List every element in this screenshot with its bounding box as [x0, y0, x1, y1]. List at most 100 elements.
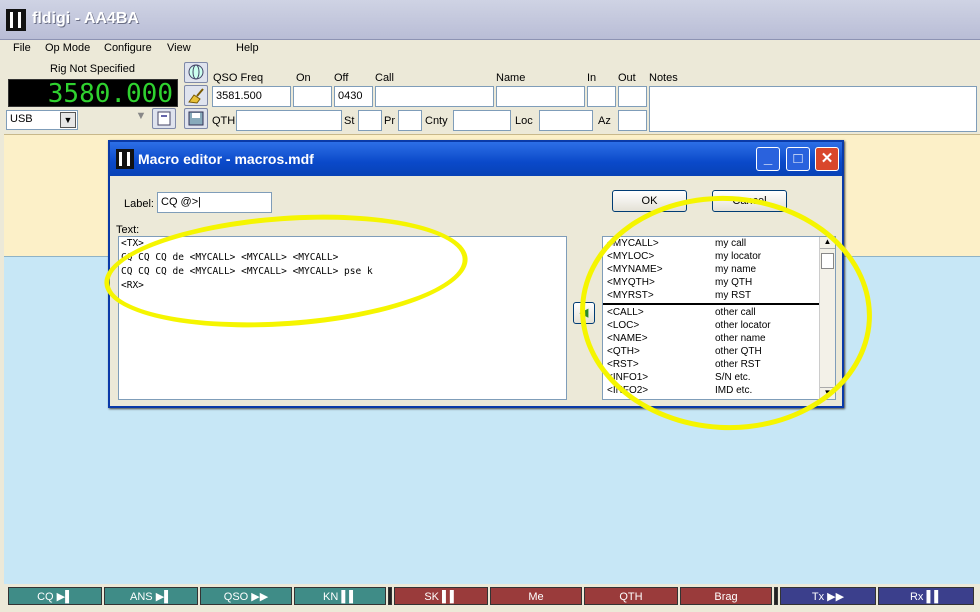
list-item[interactable]: <MYCALL> my call — [603, 237, 835, 250]
save-icon — [188, 111, 204, 126]
chevron-down-icon[interactable]: ▼ — [60, 112, 76, 128]
list-scrollbar[interactable]: ▲ ▼ — [819, 237, 835, 399]
macro-qso-button[interactable]: QSO ▶▶ — [200, 587, 292, 605]
list-item[interactable]: <CALL> other call — [603, 306, 835, 319]
azimuth-field[interactable] — [618, 110, 647, 131]
macro-text-editor[interactable]: <TX> CQ CQ CQ de <MYCALL> <MYCALL> <MYCA… — [118, 236, 567, 400]
macro-text-line: <RX> — [121, 280, 144, 291]
chevron-up-icon[interactable]: ▲ — [820, 237, 835, 249]
state-field[interactable] — [358, 110, 382, 131]
scrollbar-thumb[interactable] — [821, 253, 834, 269]
rig-config-button[interactable] — [152, 108, 176, 129]
fldigi-app-icon — [116, 149, 134, 169]
cnty-label: Cnty — [425, 115, 448, 127]
list-item[interactable]: <RST> other RST — [603, 358, 835, 371]
rig-qso-panel: Rig Not Specified 3580.000 USB ▼ ▼ QSO F… — [0, 58, 980, 134]
macro-brag-button[interactable]: Brag — [680, 587, 772, 605]
out-label: Out — [618, 72, 636, 84]
list-item[interactable]: <INFO2> IMD etc. — [603, 384, 835, 397]
list-item[interactable]: <QTH> other QTH — [603, 345, 835, 358]
macro-rx-button[interactable]: Rx ▌▌ — [878, 587, 974, 605]
fldigi-app-icon — [6, 9, 26, 31]
list-item[interactable]: <MYNAME> my name — [603, 263, 835, 276]
macro-kn-button[interactable]: KN ▌▌ — [294, 587, 386, 605]
notes-label: Notes — [649, 72, 678, 84]
menu-file[interactable]: File — [13, 42, 31, 54]
list-separator — [603, 303, 819, 305]
menu-op-mode[interactable]: Op Mode — [45, 42, 90, 54]
mode-value: USB — [10, 113, 33, 125]
menu-help[interactable]: Help — [236, 42, 259, 54]
rst-in-field[interactable] — [587, 86, 616, 107]
qso-freq-field[interactable]: 3581.500 — [212, 86, 291, 107]
save-qso-button[interactable] — [184, 108, 208, 129]
macro-divider — [774, 587, 778, 605]
chevron-down-icon[interactable]: ▼ — [820, 387, 835, 399]
macro-text-line: CQ CQ CQ de <MYCALL> <MYCALL> <MYCALL> p… — [121, 266, 373, 277]
st-label: St — [344, 115, 355, 127]
macro-divider — [388, 587, 392, 605]
menu-view[interactable]: View — [167, 42, 191, 54]
macro-cq-button[interactable]: CQ ▶▌ — [8, 587, 102, 605]
menu-configure[interactable]: Configure — [104, 42, 152, 54]
main-title-bar: fldigi - AA4BA — [0, 0, 980, 40]
call-label: Call — [375, 72, 394, 84]
list-item[interactable]: <NAME> other name — [603, 332, 835, 345]
macro-label-field[interactable]: CQ @>| — [157, 192, 272, 213]
list-item[interactable]: <MYRST> my RST — [603, 289, 835, 302]
list-item[interactable]: <MYQTH> my QTH — [603, 276, 835, 289]
in-label: In — [587, 72, 597, 84]
chevron-down-icon[interactable]: ▼ — [132, 110, 150, 131]
broom-icon — [188, 88, 204, 104]
macro-text-line: <TX> — [121, 238, 144, 249]
list-item[interactable]: <LOC> other locator — [603, 319, 835, 332]
globe-button[interactable] — [184, 62, 208, 83]
notes-field[interactable] — [649, 86, 977, 132]
cancel-button[interactable]: Cancel — [712, 190, 787, 212]
list-item[interactable]: <INFO1> S/N etc. — [603, 371, 835, 384]
qso-freq-label: QSO Freq — [213, 72, 264, 84]
off-label: Off — [334, 72, 349, 84]
globe-icon — [188, 64, 204, 80]
qth-field[interactable] — [236, 110, 342, 131]
minimize-icon[interactable]: _ — [756, 147, 780, 171]
rst-out-field[interactable] — [618, 86, 647, 107]
label-caption: Label: — [124, 198, 154, 210]
close-icon[interactable]: ✕ — [815, 147, 839, 171]
macro-text-line: CQ CQ CQ de <MYCALL> <MYCALL> <MYCALL> — [121, 252, 339, 263]
locator-field[interactable] — [539, 110, 593, 131]
name-field[interactable] — [496, 86, 585, 107]
menu-bar: File Op Mode Configure View Help — [0, 40, 980, 58]
mode-select[interactable]: USB ▼ — [6, 110, 78, 130]
macro-bar: CQ ▶▌ ANS ▶▌ QSO ▶▶ KN ▌▌ SK ▌▌ Me QTH B… — [0, 584, 980, 612]
macro-editor-dialog: Macro editor - macros.mdf _ □ ✕ Label: C… — [108, 140, 844, 408]
macro-me-button[interactable]: Me — [490, 587, 582, 605]
maximize-icon[interactable]: □ — [786, 147, 810, 171]
qth-label: QTH — [212, 115, 236, 127]
macro-tx-button[interactable]: Tx ▶▶ — [780, 587, 876, 605]
insert-tag-button[interactable]: ◀ — [573, 302, 595, 324]
window-title: fldigi - AA4BA — [32, 10, 139, 27]
pr-label: Pr — [384, 115, 395, 127]
clear-button[interactable] — [184, 85, 208, 106]
arrow-left-icon: ◀ — [579, 307, 589, 319]
on-label: On — [296, 72, 311, 84]
province-field[interactable] — [398, 110, 422, 131]
macro-sk-button[interactable]: SK ▌▌ — [394, 587, 488, 605]
text-caption: Text: — [116, 224, 140, 236]
dialog-title-bar[interactable]: Macro editor - macros.mdf _ □ ✕ — [110, 142, 842, 176]
macro-tag-list[interactable]: <MYCALL> my call <MYLOC> my locator <MYNAM… — [602, 236, 836, 400]
call-field[interactable] — [375, 86, 494, 107]
frequency-display[interactable]: 3580.000 — [8, 79, 178, 108]
macro-qth-button[interactable]: QTH — [584, 587, 678, 605]
document-icon — [157, 111, 171, 126]
ok-button[interactable]: OK — [612, 190, 687, 212]
on-time-field[interactable] — [293, 86, 332, 107]
county-field[interactable] — [453, 110, 511, 131]
macro-ans-button[interactable]: ANS ▶▌ — [104, 587, 198, 605]
loc-label: Loc — [515, 115, 533, 127]
off-time-field[interactable]: 0430 — [334, 86, 373, 107]
dialog-title: Macro editor - macros.mdf — [138, 151, 314, 167]
az-label: Az — [598, 115, 611, 127]
list-item[interactable]: <MYLOC> my locator — [603, 250, 835, 263]
